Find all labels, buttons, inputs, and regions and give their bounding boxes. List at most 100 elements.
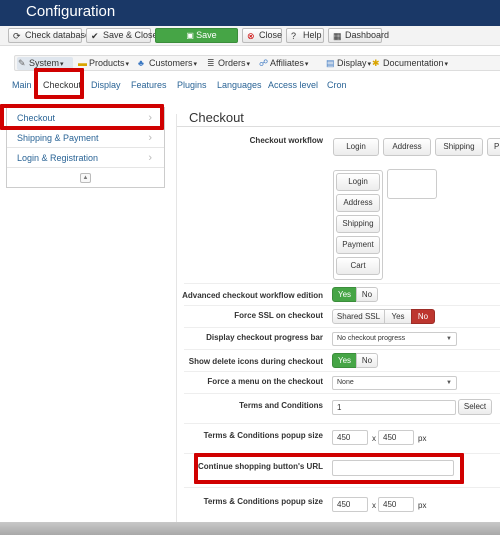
label-progress-bar: Display checkout progress bar	[206, 333, 323, 342]
menu-orders[interactable]: ≣ Orders▾	[206, 57, 254, 70]
save-close-button[interactable]: ✔ Save & Close	[86, 28, 158, 43]
main-menubar: ✎ System▾ ▬ Products▾ ♣ Customers▾ ≣ Ord…	[14, 55, 500, 71]
chevron-down-icon: ▾	[444, 61, 449, 68]
panel-title: Checkout	[189, 110, 244, 125]
orders-icon: ≣	[207, 58, 215, 68]
check-database-button[interactable]: ⟳ Check database	[8, 28, 90, 43]
bottom-fade-bar	[0, 522, 500, 535]
row-popup-size: Terms & Conditions popup size 450 x 450 …	[184, 424, 500, 454]
chevron-down-icon: ▾	[246, 61, 251, 68]
label-popup-size-2: Terms & Conditions popup size	[203, 497, 323, 506]
tab-access-level[interactable]: Access level	[268, 80, 318, 90]
workflow-stack: Login Address Shipping Payment Cart	[333, 170, 383, 280]
menu-customers[interactable]: ♣ Customers▾	[137, 57, 201, 70]
row-checkout-workflow: Checkout workflow Login Address Shipping…	[184, 132, 500, 284]
popup-height-input[interactable]: 450	[378, 430, 414, 445]
row-popup-size-2: Terms & Conditions popup size 450 x 450 …	[184, 488, 500, 522]
label-terms: Terms and Conditions	[239, 401, 323, 410]
advanced-no-toggle[interactable]: No	[356, 287, 378, 302]
close-button[interactable]: ⊗ Close	[242, 28, 282, 43]
delete-no-toggle[interactable]: No	[356, 353, 378, 368]
workflow-drop-zone[interactable]	[387, 169, 437, 199]
label-force-menu: Force a menu on the checkout	[207, 377, 323, 386]
terms-input[interactable]: 1	[332, 400, 456, 415]
tab-main[interactable]: Main	[12, 80, 32, 90]
tab-features[interactable]: Features	[131, 80, 167, 90]
menu-documentation[interactable]: ✱ Documentation▾	[371, 57, 448, 70]
chevron-down-icon: ▾	[304, 61, 309, 68]
tab-languages[interactable]: Languages	[217, 80, 262, 90]
workflow-login-step[interactable]: Login	[333, 138, 379, 156]
chevron-down-icon: ▾	[193, 61, 198, 68]
stack-shipping[interactable]: Shipping	[336, 215, 380, 233]
menu-affiliates[interactable]: ☍ Affiliates▾	[258, 57, 320, 70]
sidebar-item-shipping-payment[interactable]: Shipping & Payment ›	[7, 128, 164, 148]
help-button[interactable]: ? Help	[286, 28, 324, 43]
chevron-down-icon: ▾	[60, 61, 64, 68]
delete-yes-toggle[interactable]: Yes	[332, 353, 357, 368]
menu-display[interactable]: ▤ Display▾	[325, 57, 373, 70]
page-title: Configuration	[26, 3, 116, 20]
row-terms: Terms and Conditions 1 Select	[184, 394, 500, 424]
row-delete-icons: Show delete icons during checkout Yes No	[184, 350, 500, 372]
documentation-icon: ✱	[372, 58, 380, 68]
tab-cron[interactable]: Cron	[327, 80, 347, 90]
affiliates-icon: ☍	[259, 58, 269, 68]
advanced-yes-toggle[interactable]: Yes	[332, 287, 357, 302]
label-checkout-workflow: Checkout workflow	[249, 136, 323, 145]
popup-x-separator: x	[372, 434, 376, 443]
popup2-unit: px	[418, 501, 427, 510]
stack-cart[interactable]: Cart	[336, 257, 380, 275]
row-progress-bar: Display checkout progress bar No checkou…	[184, 328, 500, 350]
collapse-icon: ▲	[80, 173, 91, 183]
force-menu-select[interactable]: None ▼	[332, 376, 457, 390]
popup2-height-input[interactable]: 450	[378, 497, 414, 512]
menu-products[interactable]: ▬ Products▾	[77, 57, 133, 70]
progress-bar-select[interactable]: No checkout progress ▼	[332, 332, 457, 346]
close-icon: ⊗	[247, 31, 255, 41]
title-bar: Configuration	[0, 0, 500, 26]
sidebar-item-login-registration[interactable]: Login & Registration ›	[7, 148, 164, 168]
save-icon: ▣	[186, 31, 197, 40]
dashboard-icon: ▦	[333, 31, 342, 41]
stack-address[interactable]: Address	[336, 194, 380, 212]
chevron-right-icon: ›	[148, 132, 152, 144]
stack-payment[interactable]: Payment	[336, 236, 380, 254]
stack-login[interactable]: Login	[336, 173, 380, 191]
popup2-width-input[interactable]: 450	[332, 497, 368, 512]
row-advanced-workflow: Advanced checkout workflow edition Yes N…	[182, 284, 500, 306]
panel-divider	[177, 126, 500, 127]
chevron-down-icon: ▼	[446, 380, 452, 386]
dashboard-button[interactable]: ▦ Dashboard	[328, 28, 389, 43]
wrench-icon: ✎	[18, 58, 26, 68]
tab-display[interactable]: Display	[91, 80, 121, 90]
chevron-down-icon: ▾	[125, 61, 130, 68]
terms-select-button[interactable]: Select	[458, 399, 492, 415]
help-icon: ?	[291, 31, 297, 41]
check-icon: ✔	[91, 31, 99, 41]
tab-plugins[interactable]: Plugins	[177, 80, 207, 90]
workflow-payment-step[interactable]: P	[487, 138, 500, 156]
highlight-tab-checkout	[34, 68, 84, 99]
popup2-x-separator: x	[372, 501, 376, 510]
label-advanced-workflow: Advanced checkout workflow edition	[182, 291, 323, 300]
label-delete-icons: Show delete icons during checkout	[188, 357, 323, 366]
save-button[interactable]: ▣ Save	[155, 28, 238, 43]
chevron-down-icon: ▼	[446, 336, 452, 342]
highlight-sidebar-checkout	[0, 104, 164, 130]
ssl-no-toggle[interactable]: No	[411, 309, 435, 324]
highlight-continue-shopping	[194, 453, 464, 484]
toolbar: ⟳ Check database ✔ Save & Close ▣ Save ⊗…	[0, 26, 500, 46]
users-icon: ♣	[138, 58, 144, 68]
workflow-shipping-step[interactable]: Shipping	[435, 138, 483, 156]
row-force-menu: Force a menu on the checkout None ▼	[184, 372, 500, 394]
popup-width-input[interactable]: 450	[332, 430, 368, 445]
workflow-address-step[interactable]: Address	[383, 138, 431, 156]
database-icon: ⟳	[13, 31, 21, 41]
ssl-yes-toggle[interactable]: Yes	[384, 309, 412, 324]
ssl-shared-toggle[interactable]: Shared SSL	[332, 309, 385, 324]
sidebar-collapse[interactable]: ▲	[7, 168, 164, 188]
label-force-ssl: Force SSL on checkout	[234, 311, 323, 320]
chevron-right-icon: ›	[148, 152, 152, 164]
display-icon: ▤	[326, 58, 335, 68]
